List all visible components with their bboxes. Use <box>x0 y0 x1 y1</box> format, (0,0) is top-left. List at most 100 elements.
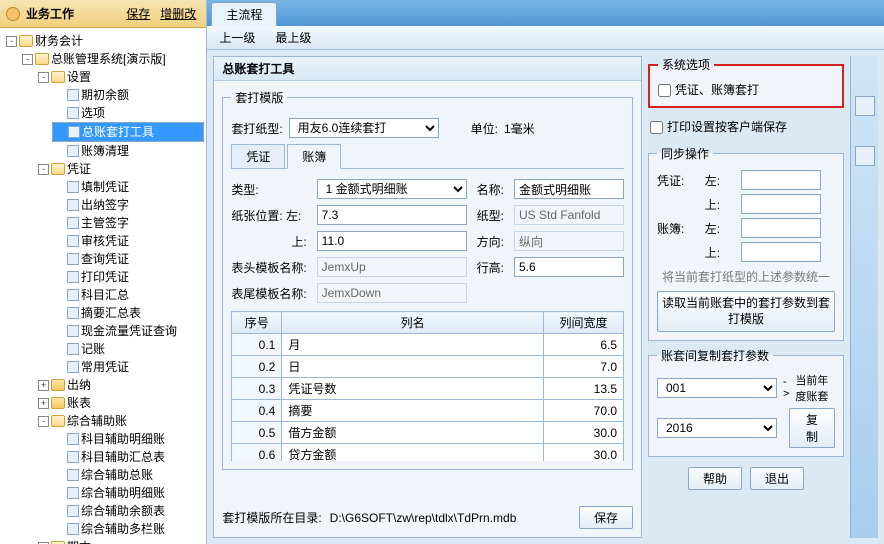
copy-fieldset: 账套间复制套打参数 001 -> 当前年度账套 2016 复制 <box>648 347 844 457</box>
top-label: 上: <box>231 233 306 250</box>
leaf-icon <box>67 217 79 229</box>
paper-type-select[interactable]: 用友6.0连续套打 <box>289 118 439 138</box>
crud-link[interactable]: 增删改 <box>156 4 200 23</box>
leaf-icon <box>67 145 79 157</box>
leaf-icon <box>67 271 79 283</box>
sync-legend: 同步操作 <box>657 145 713 162</box>
tree-item[interactable]: 期初余额 <box>81 86 129 104</box>
paper-type-label: 套打纸型: <box>231 120 282 137</box>
tree-ledger[interactable]: 总账管理系统[演示版] <box>51 50 166 68</box>
tree-item[interactable]: 科目辅助汇总表 <box>81 448 165 466</box>
tree-aux[interactable]: 综合辅助账 <box>67 412 127 430</box>
tree-item[interactable]: 科目辅助明细账 <box>81 430 165 448</box>
year-select[interactable]: 2016 <box>657 418 777 438</box>
tab-main[interactable]: 主流程 <box>211 2 277 26</box>
pos-top-input[interactable] <box>317 231 467 251</box>
tree-item-selected[interactable]: 总账套打工具 <box>82 123 154 141</box>
sync-note: 将当前套打纸型的上述参数统一 <box>657 268 835 285</box>
up-top-level[interactable]: 最上级 <box>275 29 311 46</box>
pos-left-input[interactable] <box>317 205 467 225</box>
chk-print[interactable]: 凭证、账簿套打 <box>658 83 759 97</box>
sync-b-top[interactable] <box>741 242 821 262</box>
col-idx: 序号 <box>232 312 282 334</box>
table-row[interactable]: 0.5借方金额30.0 <box>232 422 624 444</box>
table-row[interactable]: 0.4摘要70.0 <box>232 400 624 422</box>
sync-v-top[interactable] <box>741 194 821 214</box>
folder-icon <box>51 415 65 427</box>
expander[interactable]: - <box>38 164 49 175</box>
exit-button[interactable]: 退出 <box>750 467 804 490</box>
arrow-icon: -> <box>783 376 789 400</box>
expander[interactable]: - <box>22 54 33 65</box>
tree-item[interactable]: 记账 <box>81 340 105 358</box>
tree-item[interactable]: 摘要汇总表 <box>81 304 141 322</box>
panel-title: 总账套打工具 <box>214 57 641 81</box>
tree-item[interactable]: 账簿清理 <box>81 142 129 160</box>
tree-item[interactable]: 查询凭证 <box>81 250 129 268</box>
tree-settings[interactable]: 设置 <box>67 68 91 86</box>
acct-select[interactable]: 001 <box>657 378 777 398</box>
copy-button[interactable]: 复制 <box>789 408 835 448</box>
tree-item[interactable]: 审核凭证 <box>81 232 129 250</box>
expander[interactable]: - <box>38 416 49 427</box>
expander[interactable]: - <box>38 72 49 83</box>
save-button[interactable]: 保存 <box>579 506 633 529</box>
tab-book[interactable]: 账簿 <box>287 144 341 169</box>
tree-item[interactable]: 综合辅助总账 <box>81 466 153 484</box>
tree-cashier[interactable]: 出纳 <box>67 376 91 394</box>
leaf-icon <box>67 107 79 119</box>
expander[interactable]: + <box>38 398 49 409</box>
tree-item[interactable]: 综合辅助余额表 <box>81 502 165 520</box>
up-one-level[interactable]: 上一级 <box>219 29 255 46</box>
type-select[interactable]: 1 金额式明细账 <box>317 179 467 199</box>
to-label: 当前年度账套 <box>795 372 835 404</box>
save-link[interactable]: 保存 <box>122 4 154 23</box>
unit-label: 单位: <box>471 120 498 137</box>
tree-voucher[interactable]: 凭证 <box>67 160 91 178</box>
tree-item[interactable]: 主管签字 <box>81 214 129 232</box>
table-row[interactable]: 0.1月6.5 <box>232 334 624 356</box>
sys-legend: 系统选项 <box>658 56 714 73</box>
leaf-icon <box>67 289 79 301</box>
folder-icon <box>51 71 65 83</box>
sync-v-left[interactable] <box>741 170 821 190</box>
folder-icon <box>19 35 33 47</box>
tree-item[interactable]: 综合辅助多栏账 <box>81 520 165 538</box>
tree-root[interactable]: 财务会计 <box>35 32 83 50</box>
strip-icon[interactable] <box>855 96 875 116</box>
table-row[interactable]: 0.2日7.0 <box>232 356 624 378</box>
columns-table[interactable]: 序号 列名 列间宽度 0.1月6.50.2日7.00.3凭证号数13.50.4摘… <box>231 311 624 461</box>
read-params-button[interactable]: 读取当前账套中的套打参数到套打模版 <box>657 291 835 332</box>
name-input[interactable] <box>514 179 624 199</box>
tree-item[interactable]: 常用凭证 <box>81 358 129 376</box>
lineh-input[interactable] <box>514 257 624 277</box>
expander[interactable]: - <box>6 36 17 47</box>
paper-kind-label: 纸型: <box>477 207 504 224</box>
strip-icon[interactable] <box>855 146 875 166</box>
tree-item[interactable]: 选项 <box>81 104 105 122</box>
tree-item[interactable]: 综合辅助明细账 <box>81 484 165 502</box>
tree-item[interactable]: 科目汇总 <box>81 286 129 304</box>
leaf-icon <box>67 325 79 337</box>
toolbar: 上一级 最上级 <box>207 26 884 50</box>
chk-client[interactable]: 打印设置按客户端保存 <box>650 120 787 134</box>
tree-books[interactable]: 账表 <box>67 394 91 412</box>
head-tpl-label: 表头模板名称: <box>231 259 306 276</box>
sync-b-left[interactable] <box>741 218 821 238</box>
nav-tree[interactable]: -财务会计 -总账管理系统[演示版] -设置 期初余额 选项 总账 <box>0 28 206 544</box>
tree-period[interactable]: 期末 <box>67 538 91 544</box>
table-row[interactable]: 0.6贷方金额30.0 <box>232 444 624 462</box>
tab-voucher[interactable]: 凭证 <box>231 144 285 168</box>
col-width: 列间宽度 <box>544 312 624 334</box>
user-icon <box>6 7 20 21</box>
leaf-icon <box>67 451 79 463</box>
tree-item[interactable]: 填制凭证 <box>81 178 129 196</box>
foot-tpl-label: 表尾模板名称: <box>231 285 306 302</box>
tree-item[interactable]: 出纳签字 <box>81 196 129 214</box>
tree-item[interactable]: 现金流量凭证查询 <box>81 322 177 340</box>
table-row[interactable]: 0.3凭证号数13.5 <box>232 378 624 400</box>
help-button[interactable]: 帮助 <box>688 467 742 490</box>
tree-item[interactable]: 打印凭证 <box>81 268 129 286</box>
type-label: 类型: <box>231 181 306 198</box>
expander[interactable]: + <box>38 380 49 391</box>
